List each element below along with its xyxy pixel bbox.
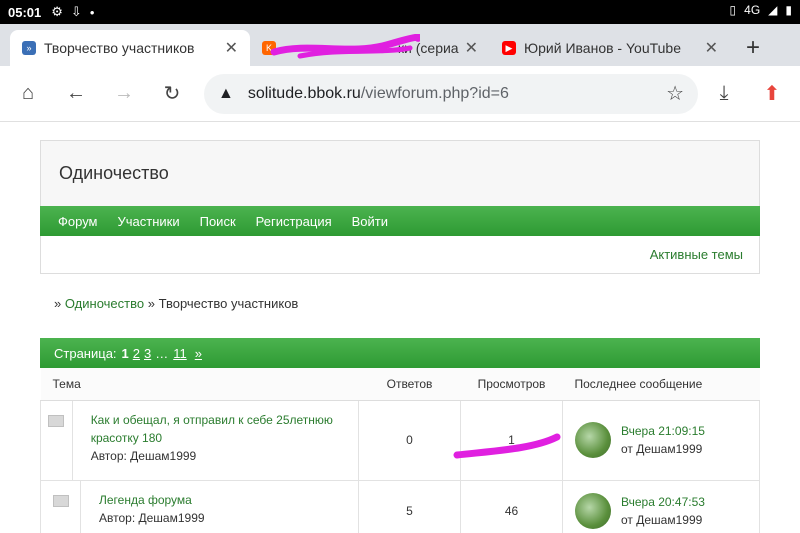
close-icon[interactable]: ✕ xyxy=(225,38,238,58)
update-icon[interactable]: ⬆ xyxy=(754,76,790,112)
topic-icon xyxy=(48,414,65,427)
status-right: ▯ 4G ◢ ▮ xyxy=(730,3,792,17)
reload-icon[interactable]: ↻ xyxy=(154,76,190,112)
nav-login[interactable]: Войти xyxy=(352,214,388,229)
avatar[interactable] xyxy=(575,492,611,529)
last-post-time[interactable]: Вчера 21:09:15 xyxy=(621,424,705,438)
avatar[interactable] xyxy=(575,422,611,458)
signal-icon: ◢ xyxy=(768,3,778,17)
warning-icon[interactable]: ▲ xyxy=(218,85,234,103)
new-tab-button[interactable]: + xyxy=(746,34,760,62)
download-icon: ⇩ xyxy=(70,4,82,19)
topic-author: Автор: Дешам1999 xyxy=(99,510,205,525)
topic-title-link[interactable]: Как и обещал, я отправил к себе 25летнюю… xyxy=(91,411,340,447)
nav-search[interactable]: Поиск xyxy=(200,214,236,229)
sub-nav: Активные темы xyxy=(40,236,760,274)
breadcrumb-sep: » xyxy=(147,296,155,311)
table-row: Как и обещал, я отправил к себе 25летнюю… xyxy=(40,399,760,481)
last-post-cell: Вчера 20:47:53 от Дешам1999 xyxy=(562,479,760,533)
active-topics-link[interactable]: Активные темы xyxy=(650,247,743,262)
page-link[interactable]: 3 xyxy=(144,346,151,361)
breadcrumb-sep: » xyxy=(54,296,62,311)
close-icon[interactable]: ✕ xyxy=(705,38,718,58)
main-nav: Форум Участники Поиск Регистрация Войти xyxy=(40,206,760,236)
pagination-label: Страница: xyxy=(54,345,117,361)
redaction-scribble xyxy=(453,433,561,458)
home-icon[interactable]: ⌂ xyxy=(10,76,46,112)
url-path: /viewforum.php?id=6 xyxy=(360,84,509,102)
topic-title-link[interactable]: Легенда форума xyxy=(99,491,205,509)
url-host: solitude.bbok.ru xyxy=(247,84,361,102)
tab-youtube[interactable]: ▶ Юрий Иванов - YouTube ✕ xyxy=(490,30,730,66)
topic-table: Тема Ответов Просмотров Последнее сообще… xyxy=(40,368,760,533)
board-header: Одиночество xyxy=(40,140,760,206)
network-label: 4G xyxy=(744,3,761,17)
forum-page: Одиночество Форум Участники Поиск Регист… xyxy=(0,122,800,533)
col-views: Просмотров xyxy=(460,368,563,401)
status-bar: 05:01 ⚙ ⇩ • ▯ 4G ◢ ▮ xyxy=(0,0,800,24)
col-replies: Ответов xyxy=(358,368,461,401)
status-time: 05:01 xyxy=(8,4,42,20)
tab-strip: » Творчество участников ✕ K ки (сериа ✕ … xyxy=(0,24,800,66)
page-current: 1 xyxy=(121,345,129,361)
tab-title: Творчество участников xyxy=(44,40,195,56)
breadcrumb: » Одиночество » Творчество участников xyxy=(40,274,760,338)
tab-forum[interactable]: » Творчество участников ✕ xyxy=(10,30,250,66)
back-icon[interactable]: ← xyxy=(58,76,94,112)
star-icon[interactable]: ☆ xyxy=(666,81,684,106)
redaction-scribble xyxy=(270,34,420,59)
topic-icon xyxy=(52,494,69,507)
last-post-author: от Дешам1999 xyxy=(621,442,703,456)
page-ellipsis: … xyxy=(155,345,169,361)
replies-count: 5 xyxy=(358,479,461,533)
tab-title: Юрий Иванов - YouTube xyxy=(524,40,682,56)
board-title: Одиночество xyxy=(59,163,169,183)
last-post-author: от Дешам1999 xyxy=(621,512,703,527)
browser-toolbar: ⌂ ← → ↻ ▲ solitude.bbok.ru/viewforum.php… xyxy=(0,66,800,122)
breadcrumb-current: Творчество участников xyxy=(158,296,299,311)
dot-icon: • xyxy=(89,4,95,20)
address-bar[interactable]: ▲ solitude.bbok.ru/viewforum.php?id=6 ☆ xyxy=(204,73,698,114)
pagination: Страница: 1 2 3 … 11 » xyxy=(40,338,760,368)
table-row: Легенда форума Автор: Дешам1999 5 46 Вче… xyxy=(40,479,760,533)
nav-register[interactable]: Регистрация xyxy=(256,214,332,229)
gear-icon: ⚙ xyxy=(51,4,63,19)
download-icon[interactable]: ⤓ xyxy=(706,76,742,112)
page-next[interactable]: » xyxy=(195,346,202,361)
forum-icon: » xyxy=(22,41,36,55)
battery-icon: ▮ xyxy=(785,3,792,17)
col-last-post: Последнее сообщение xyxy=(562,368,760,401)
page-link[interactable]: 11 xyxy=(173,346,187,361)
nav-users[interactable]: Участники xyxy=(118,214,180,229)
page-link[interactable]: 2 xyxy=(133,346,140,361)
breadcrumb-home[interactable]: Одиночество xyxy=(65,296,144,311)
views-cell: 1 xyxy=(453,399,563,481)
close-icon[interactable]: ✕ xyxy=(465,38,478,58)
nav-forum[interactable]: Форум xyxy=(58,214,98,229)
tab-kinopoisk[interactable]: K ки (сериа ✕ xyxy=(250,30,490,66)
youtube-icon: ▶ xyxy=(502,41,516,55)
vibrate-icon: ▯ xyxy=(729,3,737,17)
last-post-cell: Вчера 21:09:15 от Дешам1999 xyxy=(562,399,760,481)
views-count: 46 xyxy=(460,479,563,533)
last-post-time[interactable]: Вчера 20:47:53 xyxy=(621,495,705,509)
forward-icon[interactable]: → xyxy=(106,76,142,112)
replies-count: 0 xyxy=(358,399,461,481)
topic-author: Автор: Дешам1999 xyxy=(90,448,197,463)
col-topic: Тема xyxy=(40,368,359,401)
